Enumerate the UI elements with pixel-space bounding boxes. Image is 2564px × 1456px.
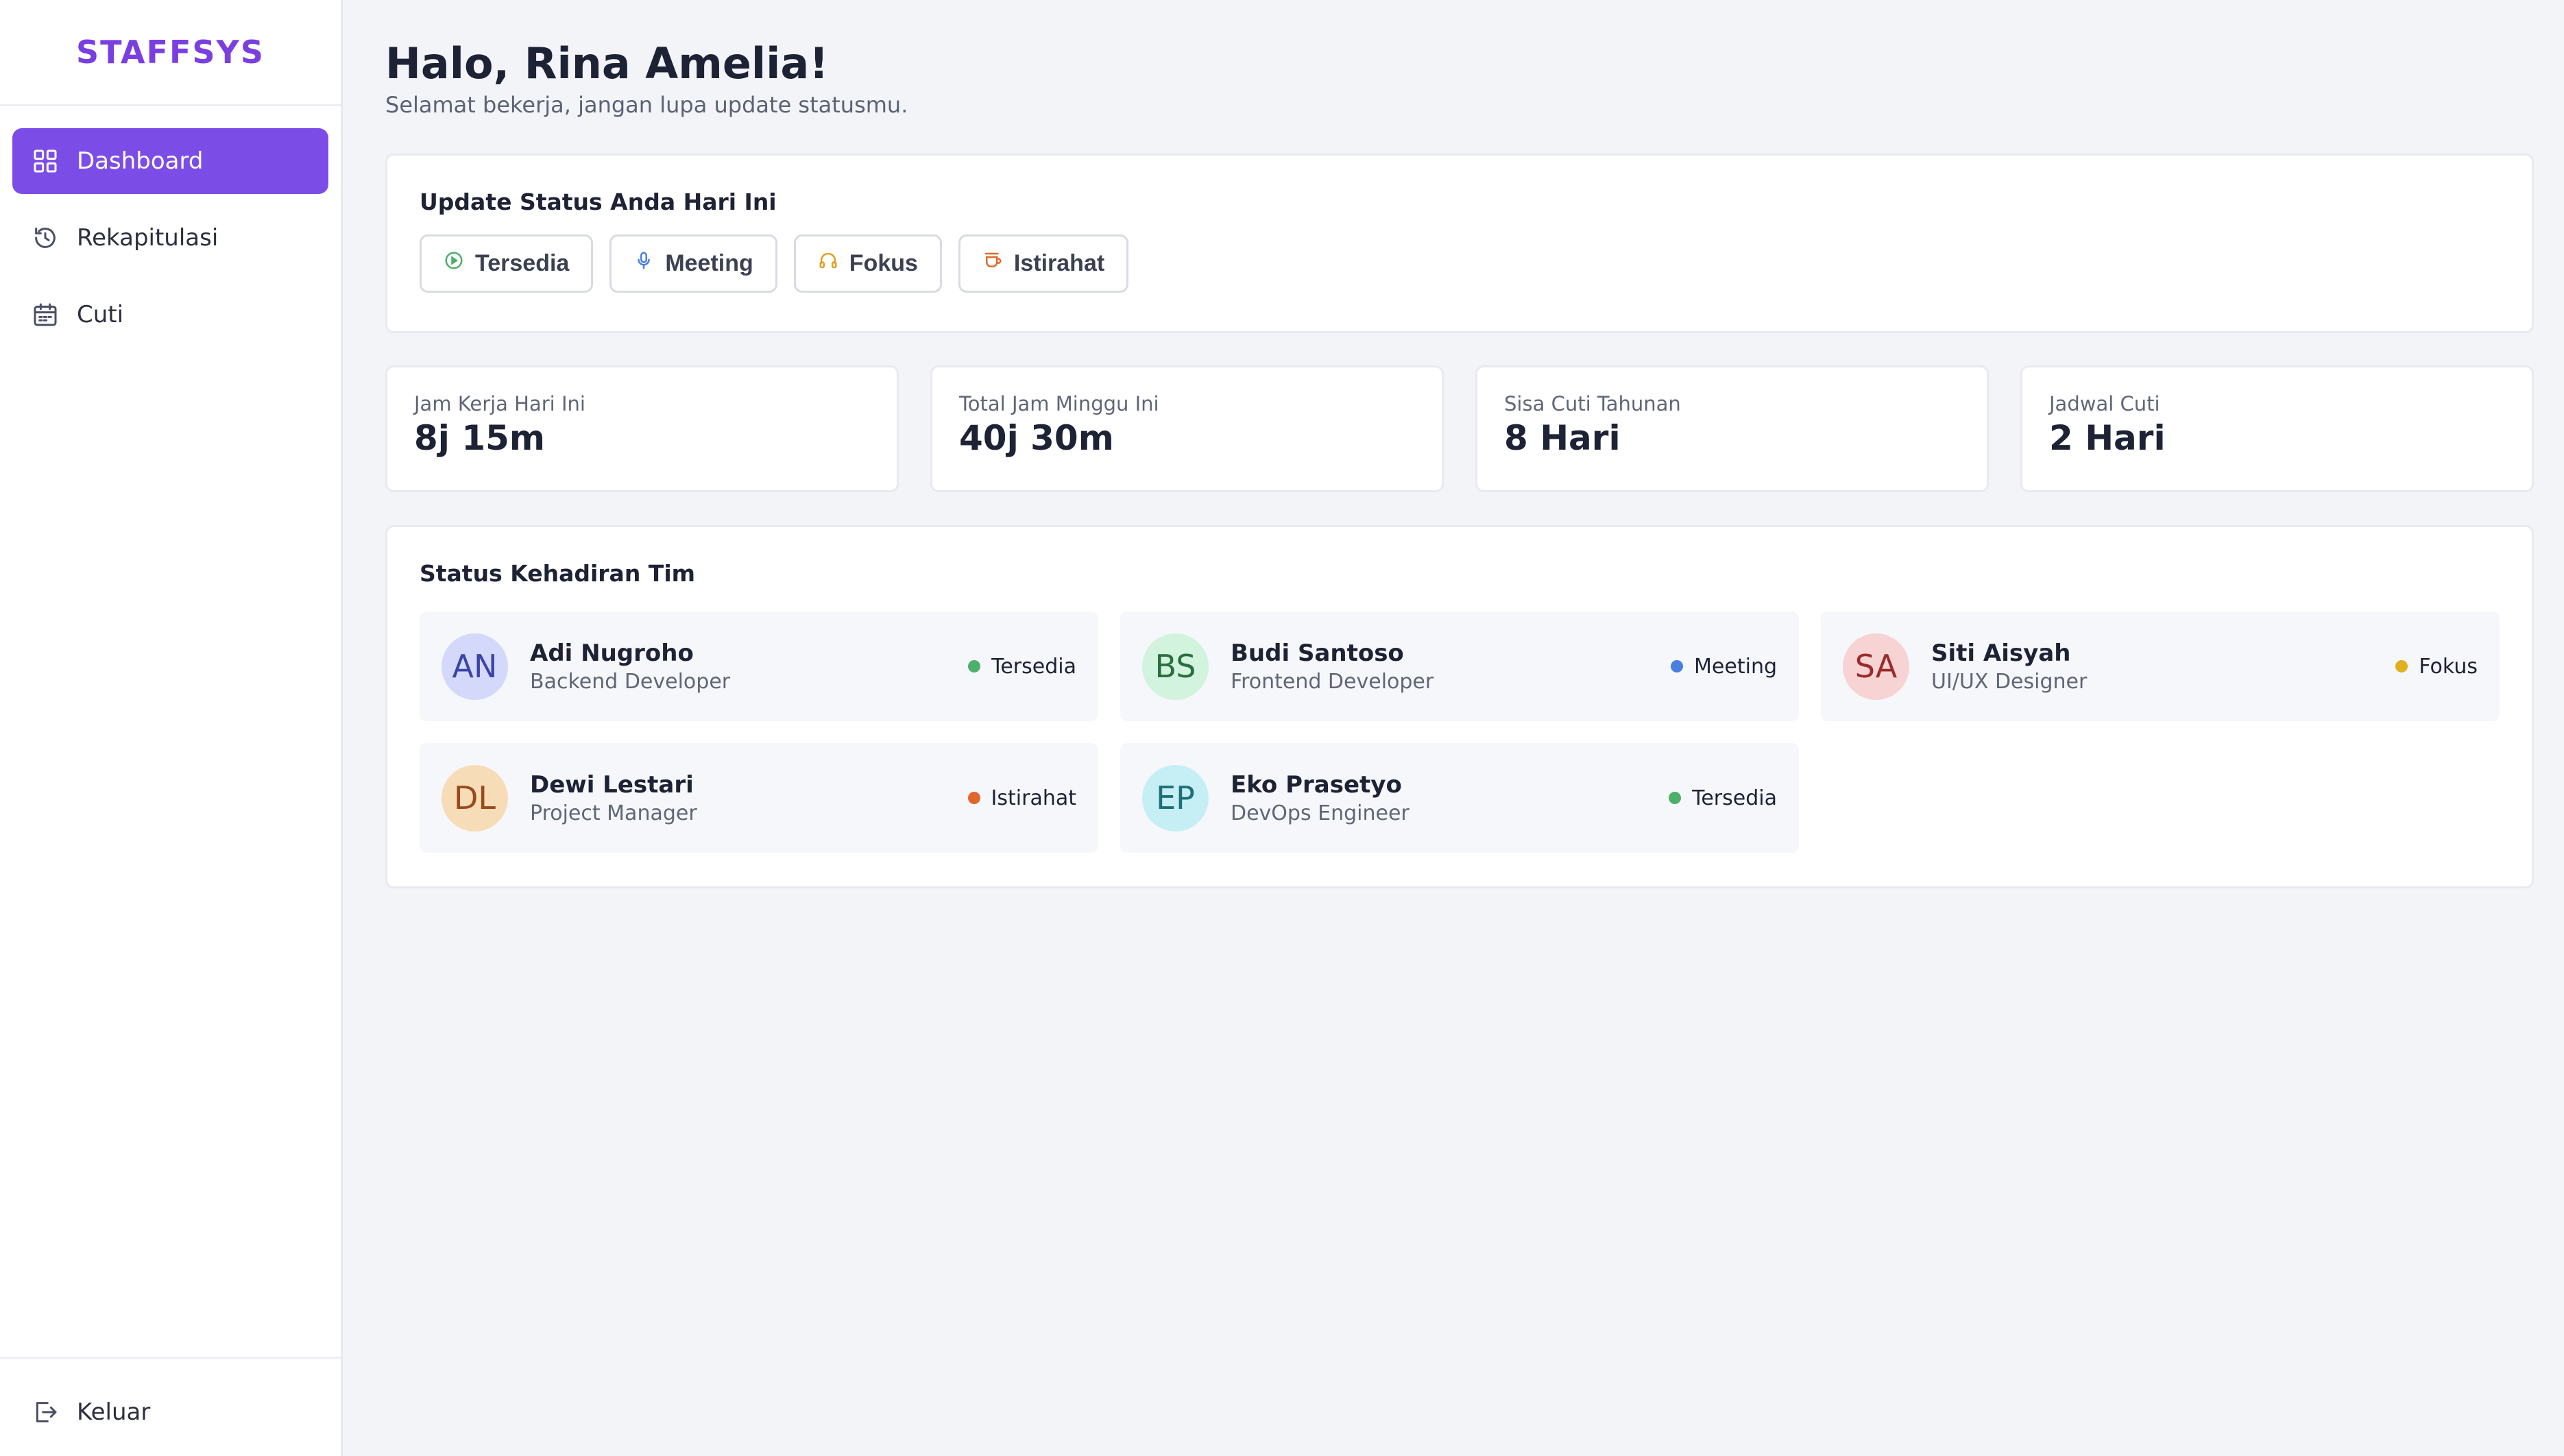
avatar: SA	[1843, 633, 1909, 700]
main-content: Halo, Rina Amelia! Selamat bekerja, jang…	[343, 0, 2564, 1456]
sidebar-item-label: Rekapitulasi	[77, 224, 219, 252]
logout-label: Keluar	[77, 1398, 151, 1426]
status-text: Tersedia	[1692, 786, 1777, 810]
status-dot	[2395, 660, 2408, 673]
stat-label: Jam Kerja Hari Ini	[414, 392, 585, 416]
stats-row: Jam Kerja Hari Ini 8j 15m Total Jam Ming…	[385, 365, 2534, 493]
avatar: BS	[1142, 633, 1209, 700]
member-name: Budi Santoso	[1231, 639, 1404, 667]
sidebar-nav: Dashboard Rekapitulasi Cuti	[0, 106, 341, 380]
microphone-icon	[633, 250, 654, 277]
stat-card-jam-kerja: Jam Kerja Hari Ini 8j 15m	[385, 365, 899, 493]
team-grid: AN Adi Nugroho Backend Developer Tersedi…	[420, 611, 2500, 853]
status-badge: Istirahat	[967, 786, 1076, 810]
status-dot	[1671, 660, 1684, 673]
member-role: UI/UX Designer	[1931, 669, 2088, 694]
status-fokus-button[interactable]: Fokus	[793, 234, 942, 293]
logout-icon	[32, 1398, 59, 1426]
member-role: Project Manager	[530, 801, 697, 825]
sidebar-item-rekapitulasi[interactable]: Rekapitulasi	[12, 205, 328, 271]
status-update-title: Update Status Anda Hari Ini	[420, 189, 777, 216]
avatar: DL	[442, 764, 508, 832]
grid-icon	[32, 147, 59, 175]
brand-logo[interactable]: STAFFSYS	[0, 0, 341, 106]
status-text: Tersedia	[991, 654, 1076, 679]
status-text: Istirahat	[991, 786, 1076, 810]
member-name: Adi Nugroho	[530, 639, 694, 667]
sidebar-item-label: Dashboard	[77, 147, 204, 175]
status-text: Fokus	[2419, 654, 2478, 679]
avatar: AN	[442, 633, 508, 700]
page-subtitle: Selamat bekerja, jangan lupa update stat…	[385, 92, 908, 119]
page-title: Halo, Rina Amelia!	[385, 38, 829, 88]
status-dot	[967, 792, 980, 805]
status-dot	[968, 660, 981, 673]
team-member: AN Adi Nugroho Backend Developer Tersedi…	[420, 611, 1098, 722]
member-role: DevOps Engineer	[1231, 801, 1410, 825]
sidebar-footer: Keluar	[0, 1357, 341, 1456]
member-role: Frontend Developer	[1231, 669, 1434, 694]
stat-value: 2 Hari	[2049, 418, 2166, 459]
stat-label: Jadwal Cuti	[2049, 392, 2160, 416]
stat-value: 8j 15m	[414, 418, 546, 459]
status-tersedia-button[interactable]: Tersedia	[420, 234, 594, 293]
status-meeting-button[interactable]: Meeting	[609, 234, 777, 293]
status-dot	[1669, 792, 1682, 805]
sidebar-item-dashboard[interactable]: Dashboard	[12, 128, 328, 194]
sidebar: STAFFSYS Dashboard Rekapitulasi Cuti Kel…	[0, 0, 343, 1456]
stat-card-sisa-cuti: Sisa Cuti Tahunan 8 Hari	[1475, 365, 1989, 493]
member-role: Backend Developer	[530, 669, 731, 694]
stat-value: 8 Hari	[1504, 418, 1621, 459]
stat-value: 40j 30m	[959, 418, 1114, 459]
stat-card-jadwal-cuti: Jadwal Cuti 2 Hari	[2020, 365, 2534, 493]
member-name: Siti Aisyah	[1931, 639, 2071, 667]
coffee-icon	[982, 250, 1003, 277]
play-circle-icon	[444, 250, 464, 277]
stat-label: Total Jam Minggu Ini	[959, 392, 1159, 416]
team-member: DL Dewi Lestari Project Manager Istiraha…	[420, 743, 1098, 853]
status-badge: Tersedia	[1669, 786, 1777, 810]
status-button-label: Tersedia	[475, 250, 570, 277]
avatar: EP	[1142, 764, 1209, 832]
status-button-label: Istirahat	[1013, 250, 1105, 277]
status-button-label: Fokus	[849, 250, 918, 277]
team-status-title: Status Kehadiran Tim	[420, 560, 696, 587]
status-button-group: Tersedia Meeting Fokus Istirahat	[420, 234, 2500, 293]
sidebar-item-label: Cuti	[77, 301, 124, 328]
status-badge: Meeting	[1671, 655, 1777, 679]
member-name: Dewi Lestari	[530, 771, 694, 799]
status-text: Meeting	[1694, 654, 1777, 679]
team-status-card: Status Kehadiran Tim AN Adi Nugroho Back…	[385, 525, 2534, 889]
status-istirahat-button[interactable]: Istirahat	[958, 234, 1129, 293]
team-member: EP Eko Prasetyo DevOps Engineer Tersedia	[1120, 743, 1799, 853]
logout-button[interactable]: Keluar	[12, 1379, 328, 1445]
status-update-card: Update Status Anda Hari Ini Tersedia Mee…	[385, 154, 2534, 334]
member-name: Eko Prasetyo	[1231, 771, 1402, 799]
clock-history-icon	[32, 224, 59, 252]
status-badge: Tersedia	[968, 655, 1076, 679]
status-button-label: Meeting	[665, 250, 753, 277]
team-member: SA Siti Aisyah UI/UX Designer Fokus	[1821, 611, 2500, 722]
team-member: BS Budi Santoso Frontend Developer Meeti…	[1120, 611, 1799, 722]
calendar-icon	[32, 301, 59, 328]
stat-card-total-jam: Total Jam Minggu Ini 40j 30m	[930, 365, 1444, 493]
sidebar-item-cuti[interactable]: Cuti	[12, 282, 328, 348]
headphones-icon	[818, 250, 838, 277]
status-badge: Fokus	[2395, 655, 2478, 679]
stat-label: Sisa Cuti Tahunan	[1504, 392, 1681, 416]
